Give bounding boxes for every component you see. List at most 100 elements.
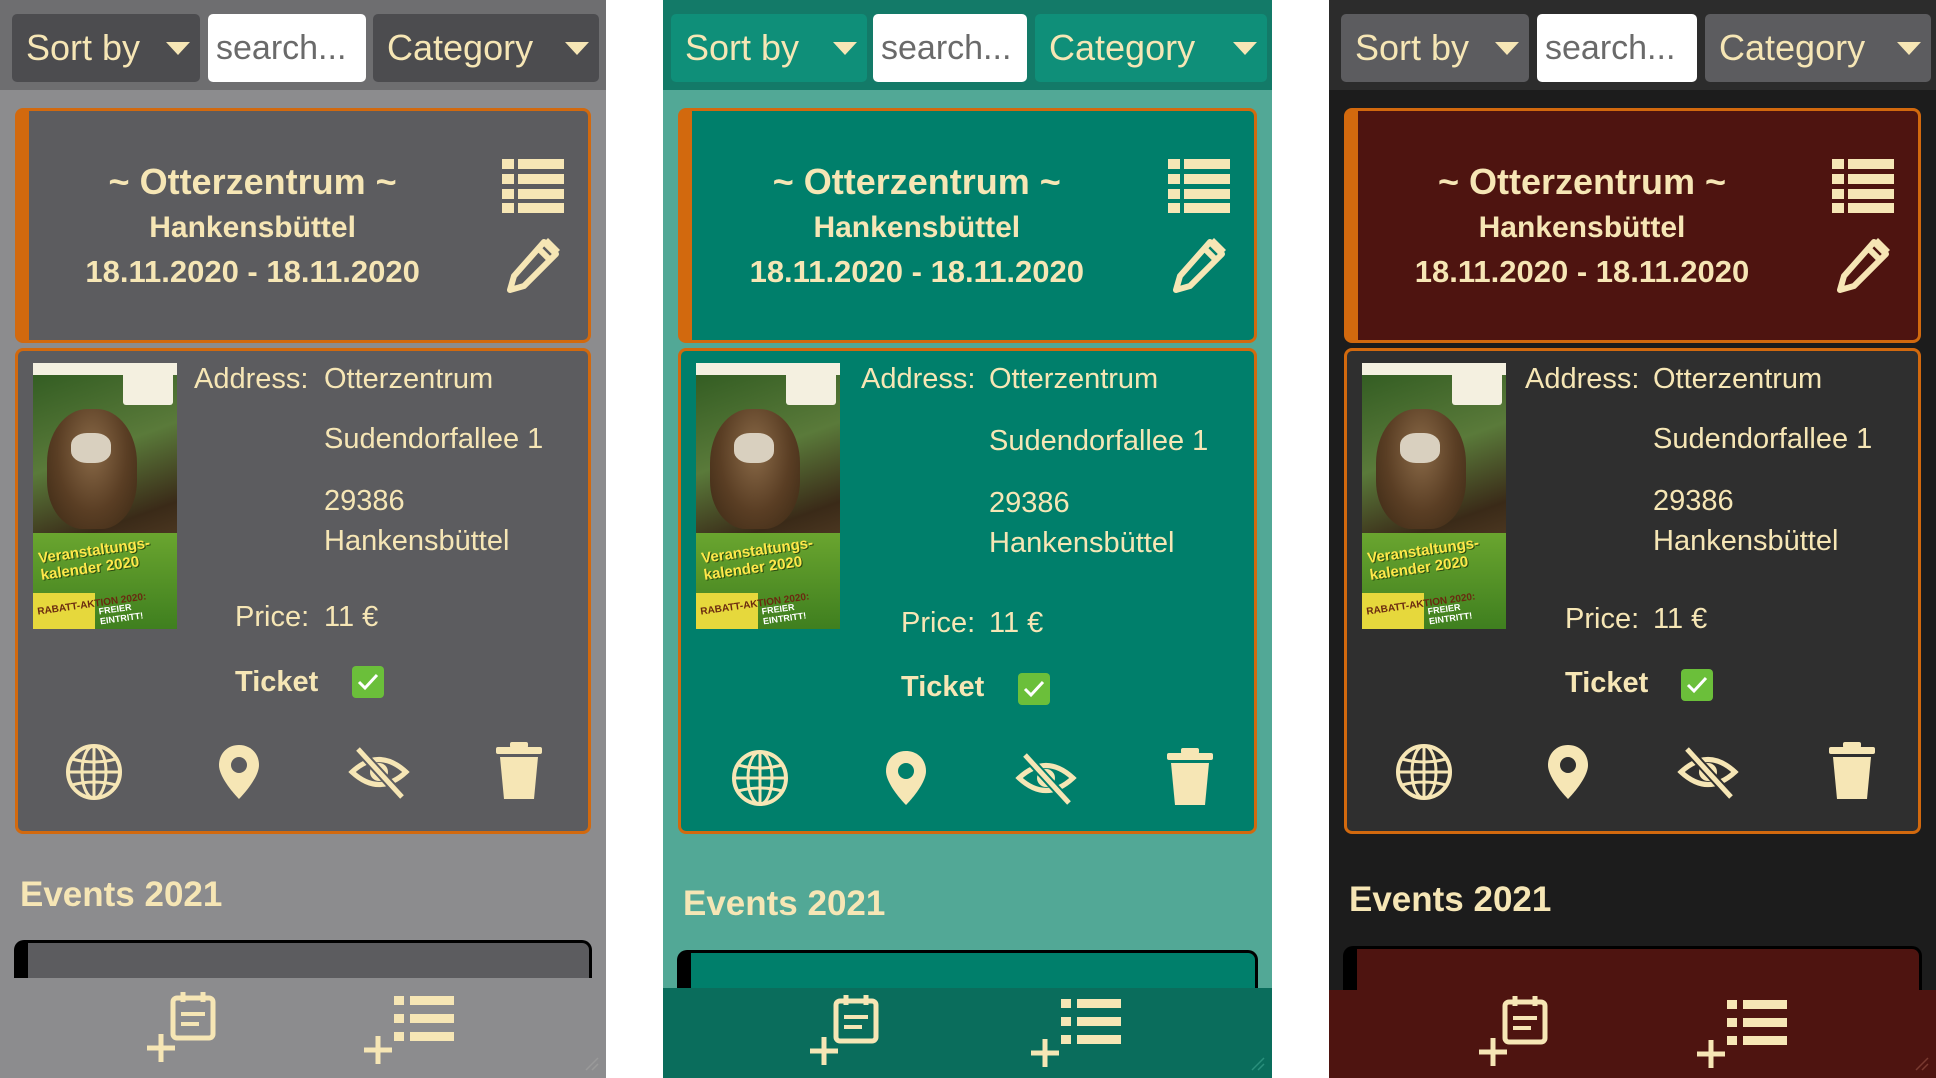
panel-red-theme: Sort by Category ~ Otterzentrum ~ Hanken… — [1329, 0, 1936, 1078]
category-dropdown[interactable]: Category — [373, 14, 599, 82]
sort-dropdown[interactable]: Sort by — [671, 14, 867, 82]
filter-bar: Sort by Category — [1329, 0, 1936, 90]
add-event-icon[interactable] — [806, 993, 886, 1073]
event-city: Hankensbüttel — [149, 211, 356, 244]
event-card-header[interactable]: ~ Otterzentrum ~ Hankensbüttel 18.11.202… — [15, 108, 591, 343]
sort-label: Sort by — [1355, 27, 1470, 68]
globe-icon[interactable] — [729, 747, 791, 809]
panel-grey-theme: Sort by Category ~ Otterzentrum ~ Hanken… — [0, 0, 606, 1078]
chevron-down-icon — [833, 42, 857, 55]
event-actions — [1347, 741, 1918, 811]
sort-label: Sort by — [26, 27, 141, 68]
sort-dropdown[interactable]: Sort by — [1341, 14, 1529, 82]
category-label: Category — [387, 27, 534, 68]
address-line-4: Hankensbüttel — [1653, 525, 1839, 557]
pencil-icon[interactable] — [1834, 236, 1892, 294]
ticket-checkbox[interactable] — [352, 666, 384, 698]
event-card-details: Veranstaltungs-kalender 2020 RABATT-AKTI… — [1344, 348, 1921, 834]
filter-bar: Sort by Category — [663, 0, 1272, 90]
address-line-3: 29386 — [1653, 485, 1734, 517]
bottom-toolbar — [663, 988, 1272, 1078]
section-title-events-2021: Events 2021 — [1349, 880, 1552, 919]
address-label: Address: — [1525, 363, 1640, 395]
search-input[interactable] — [208, 14, 366, 82]
event-poster-image[interactable]: Veranstaltungs-kalender 2020 RABATT-AKTI… — [33, 363, 177, 629]
eye-off-icon[interactable] — [1015, 747, 1077, 809]
chevron-down-icon — [565, 42, 589, 55]
pencil-icon[interactable] — [1170, 236, 1228, 294]
address-line-4: Hankensbüttel — [324, 525, 510, 557]
price-label: Price: — [901, 607, 976, 639]
pencil-icon[interactable] — [504, 236, 562, 294]
event-card-details: Veranstaltungs-kalender 2020 RABATT-AKTI… — [15, 348, 591, 834]
resize-handle[interactable] — [1914, 1056, 1930, 1072]
map-pin-icon[interactable] — [1537, 741, 1599, 803]
category-label: Category — [1719, 27, 1866, 68]
event-poster-image[interactable]: Veranstaltungs-kalender 2020 RABATT-AKTI… — [1362, 363, 1506, 629]
section-title-events-2021: Events 2021 — [20, 875, 223, 914]
section-title-events-2021: Events 2021 — [683, 884, 886, 923]
address-line-3: 29386 — [324, 485, 405, 517]
chevron-down-icon — [1495, 42, 1519, 55]
category-dropdown[interactable]: Category — [1035, 14, 1267, 82]
sort-label: Sort by — [685, 27, 800, 68]
address-line-2: Sudendorfallee 1 — [989, 425, 1209, 457]
ticket-checkbox[interactable] — [1681, 669, 1713, 701]
globe-icon[interactable] — [63, 741, 125, 803]
add-event-icon[interactable] — [143, 990, 223, 1070]
event-title: ~ Otterzentrum ~ — [1437, 161, 1727, 202]
resize-handle[interactable] — [1250, 1056, 1266, 1072]
search-input[interactable] — [1537, 14, 1697, 82]
chevron-down-icon — [166, 42, 190, 55]
address-label: Address: — [861, 363, 976, 395]
ticket-label: Ticket — [1565, 667, 1649, 699]
filter-bar: Sort by Category — [0, 0, 606, 90]
add-list-icon[interactable] — [360, 990, 456, 1070]
panel-green-theme: Sort by Category ~ Otterzentrum ~ Hanken… — [663, 0, 1272, 1078]
chevron-down-icon — [1233, 42, 1257, 55]
bottom-toolbar — [1329, 990, 1936, 1078]
add-list-icon[interactable] — [1027, 993, 1123, 1073]
category-dropdown[interactable]: Category — [1705, 14, 1931, 82]
event-card-header[interactable]: ~ Otterzentrum ~ Hankensbüttel 18.11.202… — [678, 108, 1257, 343]
event-actions — [18, 741, 588, 811]
address-line-1: Otterzentrum — [324, 363, 494, 395]
search-input[interactable] — [873, 14, 1027, 82]
eye-off-icon[interactable] — [1677, 741, 1739, 803]
event-title: ~ Otterzentrum ~ — [772, 161, 1061, 202]
ticket-label: Ticket — [235, 666, 319, 698]
list-icon[interactable] — [502, 159, 564, 213]
list-icon[interactable] — [1832, 159, 1894, 213]
resize-handle[interactable] — [584, 1056, 600, 1072]
price-value: 11 € — [1653, 603, 1708, 635]
address-line-3: 29386 — [989, 487, 1070, 519]
event-dates: 18.11.2020 - 18.11.2020 — [749, 254, 1085, 289]
eye-off-icon[interactable] — [348, 741, 410, 803]
add-list-icon[interactable] — [1693, 994, 1789, 1074]
address-line-2: Sudendorfallee 1 — [324, 423, 544, 455]
map-pin-icon[interactable] — [875, 747, 937, 809]
price-label: Price: — [1565, 603, 1640, 635]
address-line-1: Otterzentrum — [989, 363, 1159, 395]
trash-icon[interactable] — [488, 741, 550, 803]
list-icon[interactable] — [1168, 159, 1230, 213]
trash-icon[interactable] — [1821, 741, 1883, 803]
price-label: Price: — [235, 601, 310, 633]
event-city: Hankensbüttel — [813, 211, 1021, 244]
event-actions — [681, 747, 1254, 817]
event-poster-image[interactable]: Veranstaltungs-kalender 2020 RABATT-AKTI… — [696, 363, 840, 629]
map-pin-icon[interactable] — [208, 741, 270, 803]
address-label: Address: — [194, 363, 309, 395]
event-card-header[interactable]: ~ Otterzentrum ~ Hankensbüttel 18.11.202… — [1344, 108, 1921, 343]
sort-dropdown[interactable]: Sort by — [12, 14, 200, 82]
globe-icon[interactable] — [1393, 741, 1455, 803]
bottom-toolbar — [0, 978, 606, 1078]
event-card-details: Veranstaltungs-kalender 2020 RABATT-AKTI… — [678, 348, 1257, 834]
address-line-1: Otterzentrum — [1653, 363, 1823, 395]
address-line-2: Sudendorfallee 1 — [1653, 423, 1873, 455]
price-value: 11 € — [989, 607, 1044, 639]
add-event-icon[interactable] — [1475, 994, 1555, 1074]
event-dates: 18.11.2020 - 18.11.2020 — [1414, 254, 1750, 289]
ticket-checkbox[interactable] — [1018, 673, 1050, 705]
trash-icon[interactable] — [1159, 747, 1221, 809]
